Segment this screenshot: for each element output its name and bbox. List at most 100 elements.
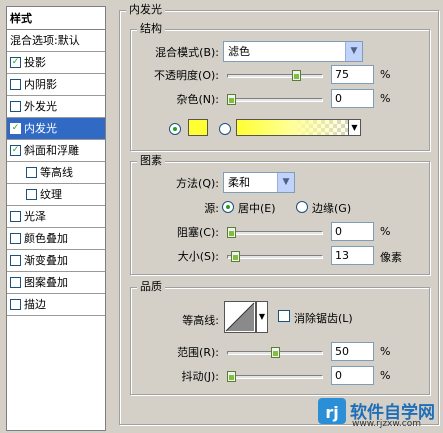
blend-mode-select[interactable]: 滤色 ▼ [223,41,363,62]
choke-slider[interactable] [227,227,323,238]
noise-label: 杂色(N): [176,93,219,106]
size-unit: 像素 [380,251,402,264]
svg-text:rj: rj [325,403,338,422]
style-item[interactable]: 等高线 [7,162,105,184]
watermark-logo: rj 软件自学网 www.rjzxw.com [318,396,443,433]
style-item-label: 内阴影 [24,78,57,91]
style-item[interactable]: 外发光 [7,96,105,118]
jitter-unit: % [380,369,391,382]
opacity-slider[interactable] [227,70,323,81]
inner-glow-panel: 内发光 结构 混合模式(B): 滤色 ▼ 不透明度(O): 75 % 杂色(N)… [115,0,443,433]
source-center-radio[interactable] [222,201,234,213]
opacity-label: 不透明度(O): [154,69,219,82]
style-item-checkbox[interactable] [10,276,21,288]
styles-list: 样式 混合选项:默认 ✓ 投影 内阴影 外发光 ✓ 内发光 ✓ 斜面和浮雕 等高线 纹理 光泽 颜色叠加… [6,6,106,431]
elements-title: 图素 [137,154,165,168]
gradient-swatch[interactable]: ▼ [236,119,361,136]
chevron-down-icon: ▼ [345,42,362,61]
style-item[interactable]: 描边 [7,294,105,316]
choke-unit: % [380,225,391,238]
contour-picker[interactable] [224,301,256,333]
noise-unit: % [380,92,391,105]
gradient-radio[interactable] [219,123,231,135]
opacity-input[interactable]: 75 [331,65,374,84]
source-edge-label[interactable]: 边缘(G) [312,200,351,216]
style-item-label: 颜色叠加 [24,232,68,245]
range-slider-thumb[interactable] [270,347,280,358]
jitter-slider[interactable] [227,371,323,382]
style-item-checkbox[interactable]: ✓ [10,122,21,134]
choke-input[interactable]: 0 [331,222,374,241]
opacity-slider-thumb[interactable] [292,70,302,81]
choke-slider-thumb[interactable] [227,227,236,238]
style-item-label: 图案叠加 [24,276,68,289]
style-item-label: 纹理 [40,188,62,201]
style-item-checkbox[interactable] [10,254,21,266]
solid-color-radio[interactable] [169,123,181,135]
style-item-label: 斜面和浮雕 [24,144,79,157]
watermark-url: www.rjzxw.com [352,419,421,429]
chevron-down-icon[interactable]: ▼ [348,119,361,136]
size-slider[interactable] [227,251,323,262]
style-item[interactable]: ✓ 斜面和浮雕 [7,140,105,162]
style-item-label: 渐变叠加 [24,254,68,267]
opacity-unit: % [380,68,391,81]
style-item-checkbox[interactable] [10,232,21,244]
size-input[interactable]: 13 [331,246,374,265]
style-item[interactable]: 混合选项:默认 [7,30,105,52]
noise-input[interactable]: 0 [331,89,374,108]
contour-label: 等高线: [182,314,219,327]
style-item-checkbox[interactable] [10,100,21,112]
style-item[interactable]: 图案叠加 [7,272,105,294]
style-item[interactable]: 光泽 [7,206,105,228]
method-value: 柔和 [228,176,250,189]
style-item-checkbox[interactable] [26,166,37,178]
size-label: 大小(S): [177,250,219,263]
structure-title: 结构 [137,22,165,36]
method-select[interactable]: 柔和 ▼ [223,172,295,193]
style-item-checkbox[interactable] [10,298,21,310]
range-slider[interactable] [227,347,323,358]
blend-mode-value: 滤色 [228,45,250,58]
chevron-down-icon[interactable]: ▼ [256,301,268,333]
blend-mode-label: 混合模式(B): [155,46,219,59]
source-label: 源: [204,202,219,215]
style-item-checkbox[interactable] [10,78,21,90]
style-item[interactable]: ✓ 投影 [7,52,105,74]
styles-title: 样式 [7,7,105,30]
quality-title: 品质 [137,280,165,294]
style-item-checkbox[interactable] [10,210,21,222]
jitter-input[interactable]: 0 [331,366,374,385]
style-item-label: 外发光 [24,100,57,113]
antialias-label[interactable]: 消除锯齿(L) [294,310,353,326]
source-edge-radio[interactable] [296,201,308,213]
glow-color-swatch[interactable] [188,119,208,136]
size-slider-thumb[interactable] [231,251,241,262]
style-item-label: 等高线 [40,166,73,179]
style-item-label: 光泽 [24,210,46,223]
antialias-checkbox[interactable] [278,310,290,322]
style-item-checkbox[interactable] [26,188,37,200]
range-input[interactable]: 50 [331,342,374,361]
elements-group: 图素 方法(Q): 柔和 ▼ 源: 居中(E) 边缘(G) 阻塞(C): 0 %… [130,154,430,275]
style-item-checkbox[interactable]: ✓ [10,56,21,68]
method-label: 方法(Q): [176,177,219,190]
noise-slider[interactable] [227,94,323,105]
style-item[interactable]: 内阴影 [7,74,105,96]
panel-title: 内发光 [126,3,165,17]
noise-slider-thumb[interactable] [227,94,236,105]
contour-linear-icon [225,302,255,332]
style-item[interactable]: ✓ 内发光 [7,118,105,140]
source-center-label[interactable]: 居中(E) [238,200,276,216]
style-item-label: 描边 [24,298,46,311]
style-item-checkbox[interactable]: ✓ [10,144,21,156]
jitter-label: 抖动(J): [181,370,219,383]
range-label: 范围(R): [177,346,219,359]
style-item[interactable]: 颜色叠加 [7,228,105,250]
style-item[interactable]: 渐变叠加 [7,250,105,272]
jitter-slider-thumb[interactable] [227,371,236,382]
style-item-label: 混合选项:默认 [10,34,80,47]
style-item[interactable]: 纹理 [7,184,105,206]
inner-glow-group: 内发光 结构 混合模式(B): 滤色 ▼ 不透明度(O): 75 % 杂色(N)… [119,3,439,425]
choke-label: 阻塞(C): [177,226,219,239]
